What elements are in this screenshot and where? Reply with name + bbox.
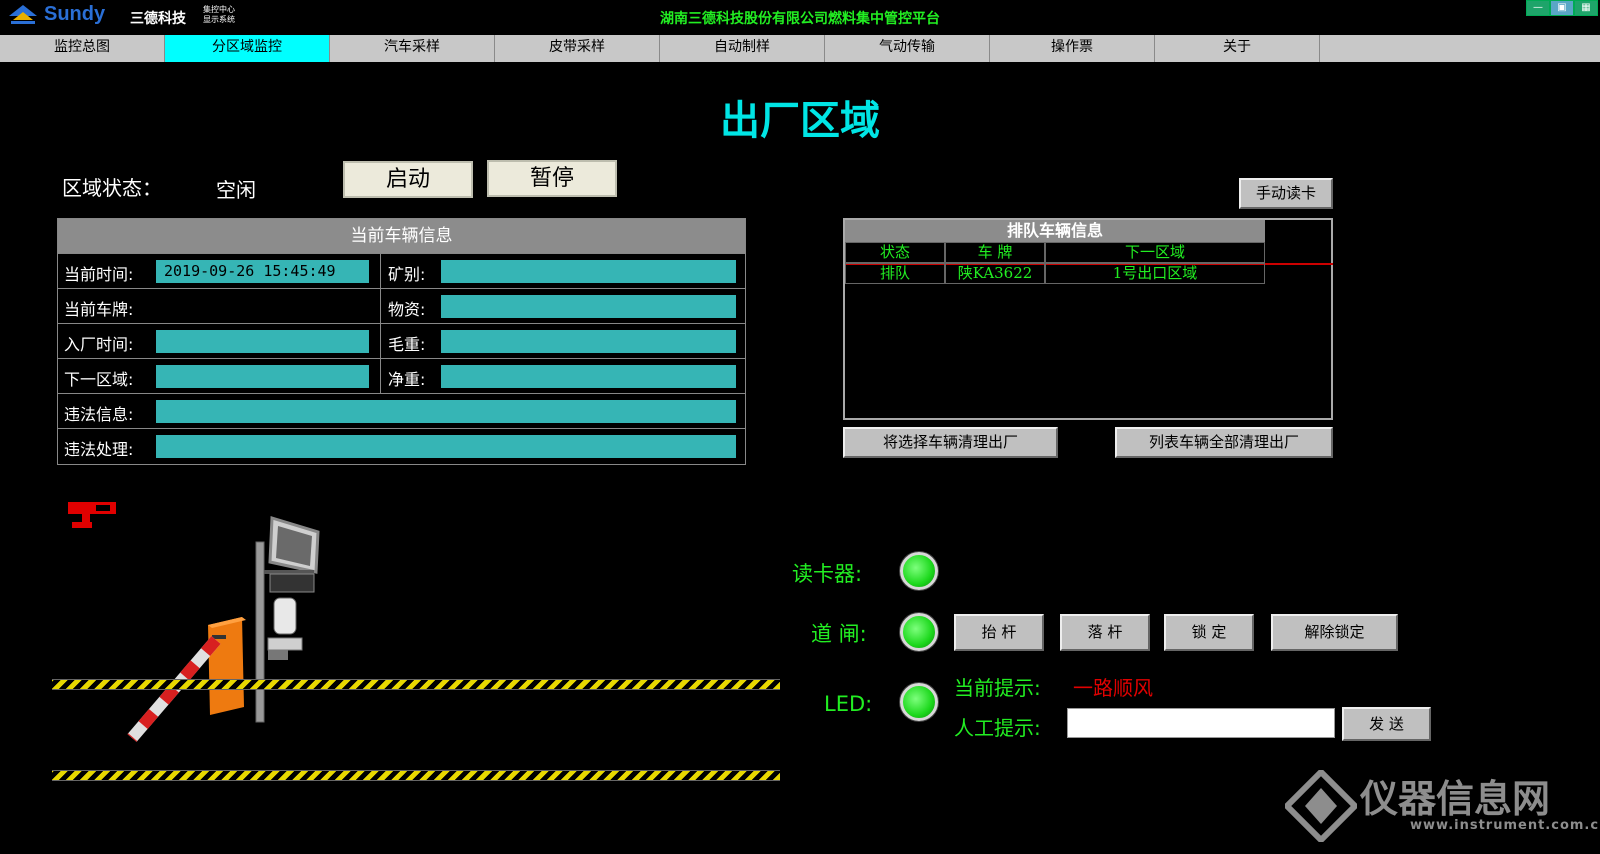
- start-button[interactable]: 启动: [343, 161, 473, 198]
- row-divider: [380, 254, 381, 288]
- barrier-gate-illustration: [127, 516, 320, 742]
- net-weight-label: 净重:: [388, 370, 426, 389]
- area-status-label: 区域状态：: [62, 176, 162, 200]
- watermark-text: 仪器信息网: [1360, 777, 1551, 821]
- vehicle-row-plate: 当前车牌: 物资:: [58, 288, 745, 323]
- material-field: [441, 295, 736, 318]
- send-button[interactable]: 发 送: [1342, 707, 1431, 741]
- manual-read-card-button[interactable]: 手动读卡: [1239, 178, 1333, 209]
- main-nav: 监控总图 分区域监控 汽车采样 皮带采样 自动制样 气动传输 操作票 关于: [0, 35, 1600, 62]
- nav-tab[interactable]: 分区域监控: [165, 35, 330, 62]
- violation-handling-field: [156, 435, 736, 458]
- queue-panel: 排队车辆信息 状态 车 牌 下一区域 排队 陕KA3622 1号出口区域: [843, 218, 1333, 420]
- lane-hazard-stripe-bottom: [52, 770, 780, 781]
- nav-tab[interactable]: 操作票: [990, 35, 1155, 62]
- entry-time-label: 入厂时间:: [64, 335, 134, 354]
- grid-icon[interactable]: ▦: [1574, 0, 1598, 16]
- entry-time-field: [156, 330, 369, 353]
- manual-prompt-input[interactable]: [1067, 708, 1335, 738]
- current-prompt-label: 当前提示:: [954, 676, 1041, 700]
- gate-label: 道 闸:: [811, 622, 867, 646]
- manual-prompt-label: 人工提示:: [954, 716, 1041, 740]
- violation-info-label: 违法信息:: [64, 405, 134, 424]
- current-prompt-value: 一路顺风: [1073, 676, 1153, 700]
- nav-tab[interactable]: 气动传输: [825, 35, 990, 62]
- current-time-field: 2019-09-26 15:45:49: [156, 260, 369, 283]
- gate-status-icon: [900, 613, 938, 651]
- row-divider: [380, 359, 381, 393]
- vehicle-row-violation: 违法信息:: [58, 393, 745, 428]
- vehicle-row-next: 下一区域: 净重:: [58, 358, 745, 393]
- nav-tab[interactable]: 监控总图: [0, 35, 165, 62]
- vehicle-row-time: 当前时间: 2019-09-26 15:45:49 矿别:: [58, 253, 745, 288]
- row-divider: [380, 324, 381, 358]
- page-title: 出厂区域: [720, 98, 880, 144]
- camera-icon: [68, 502, 116, 528]
- mine-label: 矿别:: [388, 265, 426, 284]
- queue-header: 排队车辆信息: [845, 220, 1265, 242]
- gross-weight-field: [441, 330, 736, 353]
- queue-col-next-area: 下一区域: [1045, 242, 1265, 263]
- title-bar: Sundy 三德科技 集控中心 显示系统 湖南三德科技股份有限公司燃料集中管控平…: [0, 0, 1600, 34]
- platform-title: 湖南三德科技股份有限公司燃料集中管控平台: [660, 11, 940, 27]
- nav-tab[interactable]: 汽车采样: [330, 35, 495, 62]
- violation-handling-label: 违法处理:: [64, 440, 134, 459]
- vehicle-row-handling: 违法处理:: [58, 428, 745, 463]
- vehicle-row-entry: 入厂时间: 毛重:: [58, 323, 745, 358]
- raise-gate-button[interactable]: 抬 杆: [954, 614, 1044, 651]
- pause-button[interactable]: 暂停: [487, 160, 617, 197]
- lower-gate-button[interactable]: 落 杆: [1060, 614, 1150, 651]
- clear-all-vehicles-button[interactable]: 列表车辆全部清理出厂: [1115, 427, 1333, 458]
- clear-selected-vehicle-button[interactable]: 将选择车辆清理出厂: [843, 427, 1058, 458]
- nav-tab[interactable]: 自动制样: [660, 35, 825, 62]
- plate-label: 当前车牌:: [64, 300, 134, 319]
- queue-cell-plate[interactable]: 陕KA3622: [945, 263, 1045, 284]
- queue-cell-next-area[interactable]: 1号出口区域: [1045, 263, 1265, 284]
- current-time-label: 当前时间:: [64, 265, 134, 284]
- nav-tab[interactable]: 关于: [1155, 35, 1320, 62]
- card-reader-status-icon: [900, 552, 938, 590]
- row-divider: [380, 289, 381, 323]
- net-weight-field: [441, 365, 736, 388]
- next-area-field: [156, 365, 369, 388]
- lane-hazard-stripe-top: [52, 679, 780, 690]
- current-vehicle-header: 当前车辆信息: [58, 219, 745, 253]
- watermark-logo-icon: [1285, 770, 1357, 842]
- led-label: LED:: [824, 692, 873, 716]
- gross-weight-label: 毛重:: [388, 335, 426, 354]
- mine-field: [441, 260, 736, 283]
- material-label: 物资:: [388, 300, 426, 319]
- led-status-icon: [900, 683, 938, 721]
- area-status-value: 空闲: [216, 178, 256, 202]
- violation-info-field: [156, 400, 736, 423]
- card-reader-label: 读卡器:: [792, 562, 863, 586]
- unlock-gate-button[interactable]: 解除锁定: [1271, 614, 1398, 651]
- queue-col-status: 状态: [845, 242, 945, 263]
- nav-tab[interactable]: 皮带采样: [495, 35, 660, 62]
- restore-icon[interactable]: ▣: [1550, 0, 1574, 16]
- queue-cell-status[interactable]: 排队: [845, 263, 945, 284]
- current-vehicle-panel: 当前车辆信息 当前时间: 2019-09-26 15:45:49 矿别: 当前车…: [57, 218, 746, 465]
- window-controls: — ▣ ▦: [1526, 0, 1598, 16]
- queue-col-plate: 车 牌: [945, 242, 1045, 263]
- minimize-icon[interactable]: —: [1526, 0, 1550, 16]
- lock-gate-button[interactable]: 锁 定: [1164, 614, 1254, 651]
- next-area-label: 下一区域:: [64, 370, 134, 389]
- watermark-url: www.instrument.com.cn: [1410, 818, 1600, 833]
